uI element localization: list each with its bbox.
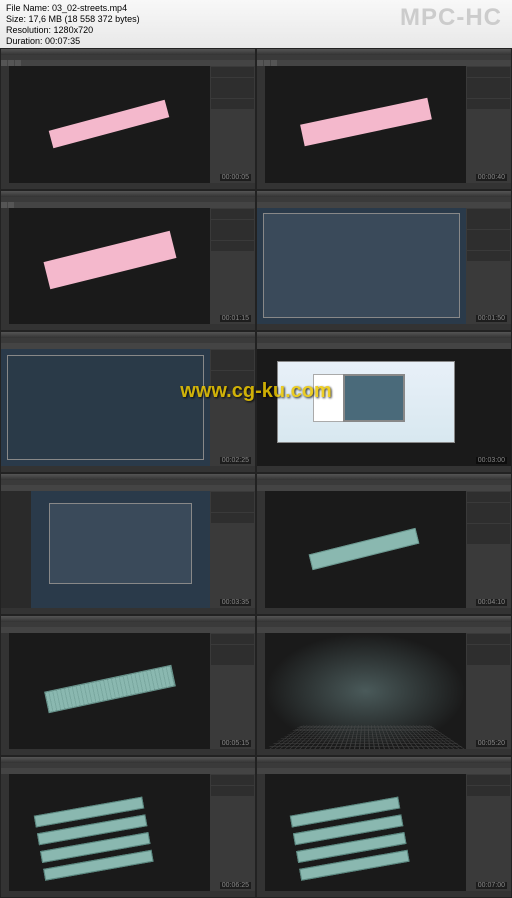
timestamp: 00:00:40 (476, 174, 507, 181)
duration-row: Duration: 00:07:35 (6, 36, 506, 47)
timestamp: 00:05:15 (220, 740, 251, 747)
timestamp: 00:04:10 (476, 599, 507, 606)
thumbnail-2[interactable]: 00:00:40 (256, 48, 512, 190)
thumbnail-1[interactable]: 00:00:05 (0, 48, 256, 190)
thumbnail-12[interactable]: 00:07:00 (256, 756, 512, 898)
thumbnail-9[interactable]: 00:05:15 (0, 615, 256, 757)
thumbnail-3[interactable]: 00:01:15 (0, 190, 256, 332)
thumbnail-grid: 00:00:05 00:00:40 00:01:15 (0, 48, 512, 898)
timestamp: 00:01:15 (220, 315, 251, 322)
app-name: MPC-HC (400, 4, 502, 32)
timestamp: 00:01:50 (476, 315, 507, 322)
timestamp: 00:06:25 (220, 882, 251, 889)
thumbnail-8[interactable]: 00:04:10 (256, 473, 512, 615)
timestamp: 00:05:20 (476, 740, 507, 747)
thumbnail-11[interactable]: 00:06:25 (0, 756, 256, 898)
preview-header: MPC-HC File Name: 03_02-streets.mp4 Size… (0, 0, 512, 48)
thumbnail-7[interactable]: 00:03:35 (0, 473, 256, 615)
timestamp: 00:03:00 (476, 457, 507, 464)
watermark-text: www.cg-ku.com (180, 380, 332, 403)
timestamp: 00:02:25 (220, 457, 251, 464)
timestamp: 00:07:00 (476, 882, 507, 889)
timestamp: 00:03:35 (220, 599, 251, 606)
thumbnail-10[interactable]: 00:05:20 (256, 615, 512, 757)
timestamp: 00:00:05 (220, 174, 251, 181)
thumbnail-4[interactable]: 00:01:50 (256, 190, 512, 332)
